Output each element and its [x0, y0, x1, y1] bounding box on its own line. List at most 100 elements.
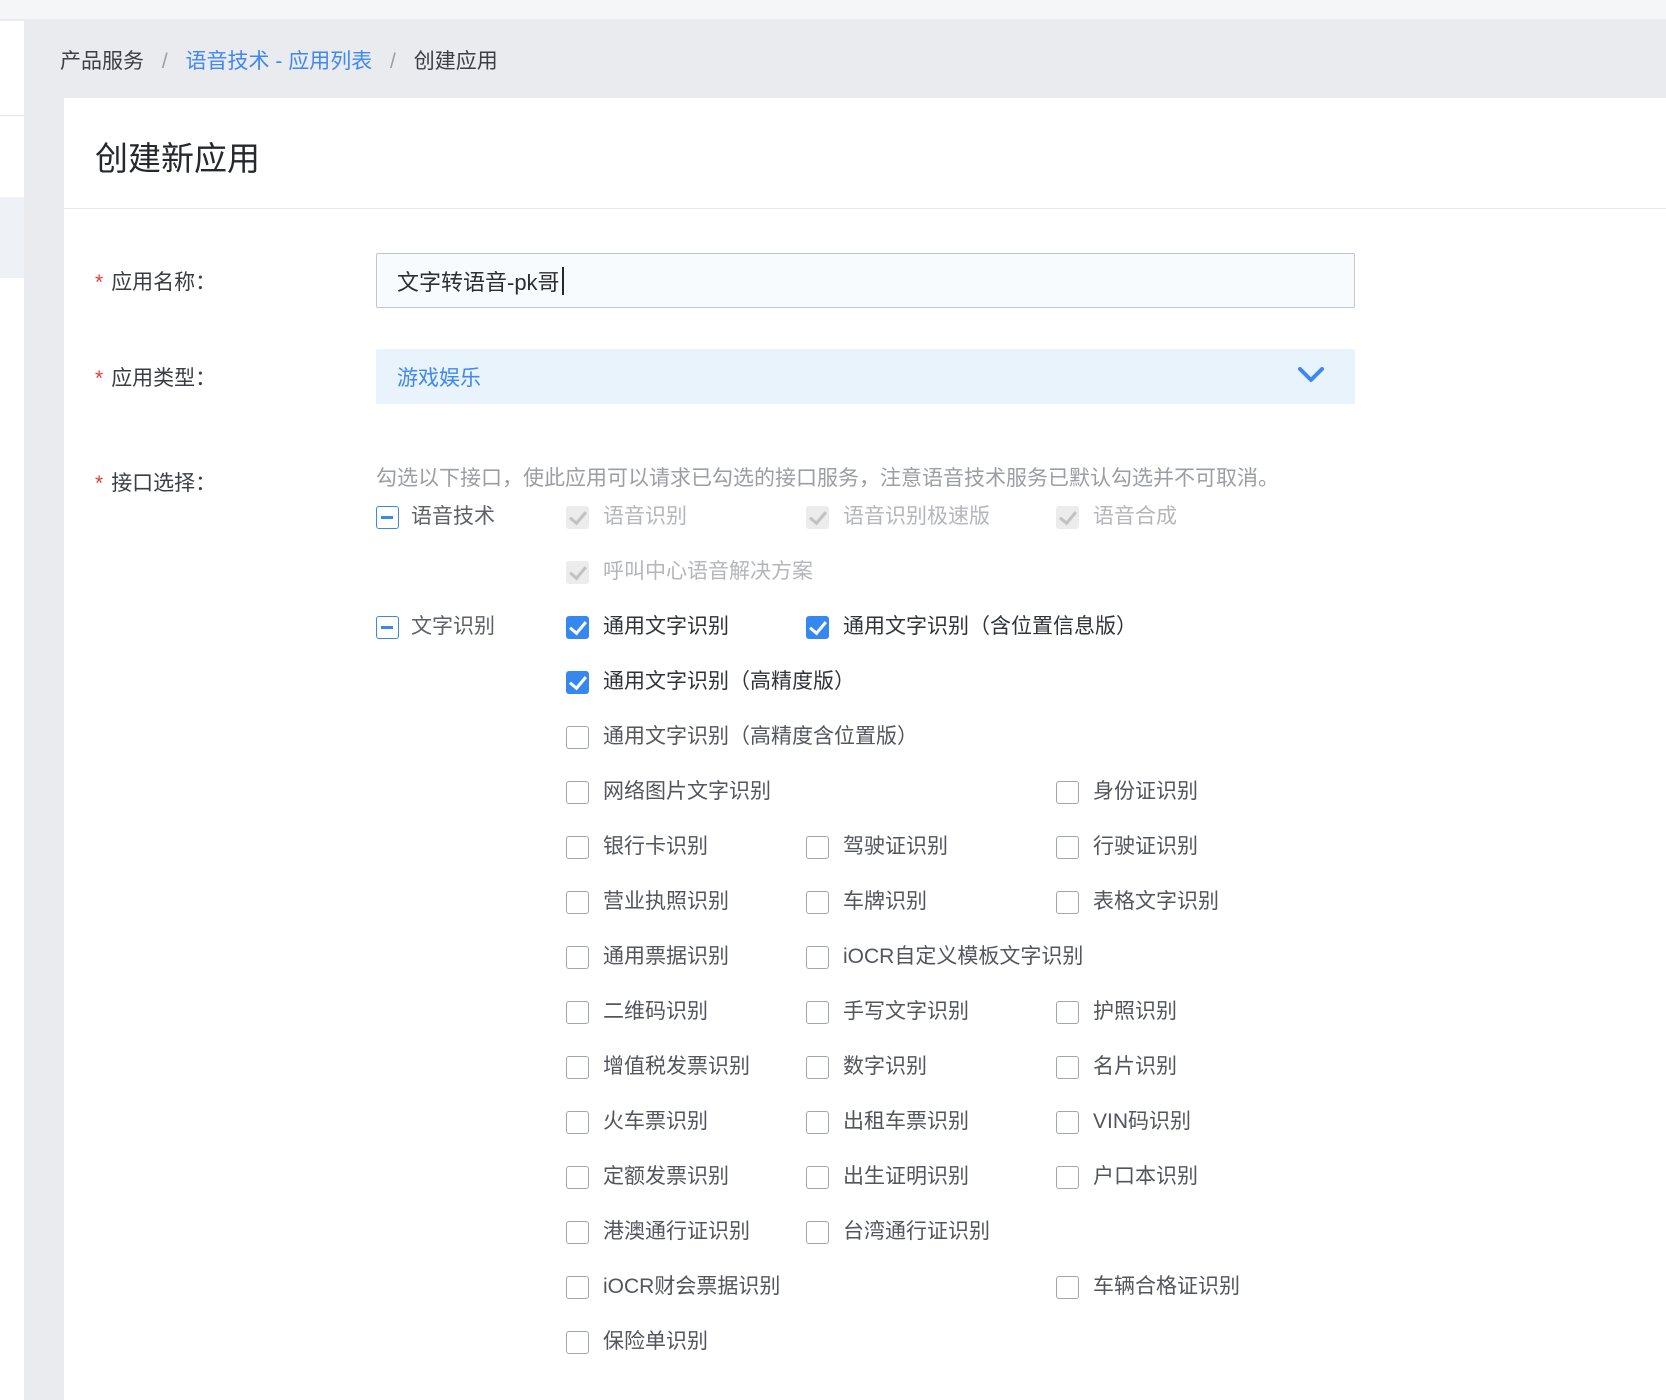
app-type-select[interactable]: 游戏娱乐 — [376, 349, 1355, 404]
option-item[interactable]: 通用文字识别（高精度版） — [566, 670, 855, 694]
option-checkbox[interactable] — [806, 1111, 829, 1134]
option-item[interactable]: 户口本识别 — [1056, 1165, 1198, 1189]
create-app-card: 创建新应用 *应用名称： 文字转语音-pk哥 *应用类型： — [64, 98, 1666, 1400]
option-checkbox[interactable] — [1056, 1276, 1079, 1299]
group-label: 文字识别 — [411, 615, 495, 639]
option-checkbox[interactable] — [806, 1221, 829, 1244]
option-row: 保险单识别 — [566, 1330, 1666, 1354]
main-content: 产品服务 / 语音技术 - 应用列表 / 创建应用 创建新应用 *应用名称： 文… — [24, 21, 1666, 1400]
option-label: 名片识别 — [1093, 1055, 1177, 1079]
option-label: VIN码识别 — [1093, 1110, 1191, 1134]
option-checkbox[interactable] — [1056, 836, 1079, 859]
option-label: 营业执照识别 — [603, 890, 729, 914]
option-row: iOCR财会票据识别 车辆合格证识别 — [566, 1275, 1666, 1299]
option-item[interactable]: 护照识别 — [1056, 1000, 1177, 1024]
option-item[interactable]: 数字识别 — [806, 1055, 927, 1079]
option-checkbox[interactable] — [806, 946, 829, 969]
option-checkbox[interactable] — [566, 781, 589, 804]
option-label: 通用文字识别 — [603, 615, 729, 639]
option-item[interactable]: 通用文字识别（含位置信息版） — [806, 615, 1137, 639]
option-row: 定额发票识别 出生证明识别 户口本识别 — [566, 1165, 1666, 1189]
option-checkbox[interactable] — [566, 671, 589, 694]
option-item[interactable]: 定额发票识别 — [566, 1165, 729, 1189]
option-checkbox[interactable] — [1056, 1111, 1079, 1134]
option-item[interactable]: 二维码识别 — [566, 1000, 708, 1024]
option-label: 出租车票识别 — [843, 1110, 969, 1134]
option-item[interactable]: 保险单识别 — [566, 1330, 708, 1354]
option-checkbox[interactable] — [806, 1001, 829, 1024]
option-checkbox[interactable] — [1056, 1166, 1079, 1189]
option-checkbox[interactable] — [806, 1056, 829, 1079]
option-checkbox[interactable] — [566, 1001, 589, 1024]
option-checkbox[interactable] — [1056, 781, 1079, 804]
option-item[interactable]: 银行卡识别 — [566, 835, 708, 859]
option-checkbox[interactable] — [566, 726, 589, 749]
option-checkbox[interactable] — [566, 1276, 589, 1299]
option-item[interactable]: 车辆合格证识别 — [1056, 1275, 1240, 1299]
option-item[interactable]: 名片识别 — [1056, 1055, 1177, 1079]
option-item[interactable]: 车牌识别 — [806, 890, 927, 914]
option-item[interactable]: 火车票识别 — [566, 1110, 708, 1134]
option-checkbox[interactable] — [566, 1221, 589, 1244]
option-item[interactable]: 增值税发票识别 — [566, 1055, 750, 1079]
option-checkbox — [806, 506, 829, 529]
sidebar-active-item[interactable] — [0, 197, 24, 278]
option-label: 增值税发票识别 — [603, 1055, 750, 1079]
option-label: 户口本识别 — [1093, 1165, 1198, 1189]
option-label: 银行卡识别 — [603, 835, 708, 859]
option-checkbox[interactable] — [566, 1056, 589, 1079]
breadcrumb-link-app-list[interactable]: 语音技术 - 应用列表 — [186, 50, 373, 73]
app-type-selected-value: 游戏娱乐 — [397, 362, 481, 392]
group-rows: 语音识别语音识别极速版语音合成呼叫中心语音解决方案 — [566, 505, 1666, 615]
option-checkbox — [1056, 506, 1079, 529]
option-item[interactable]: 网络图片文字识别 — [566, 780, 771, 804]
option-checkbox[interactable] — [1056, 1001, 1079, 1024]
option-checkbox[interactable] — [806, 891, 829, 914]
form-row-interface-select: *接口选择： 勾选以下接口，使此应用可以请求已勾选的接口服务，注意语音技术服务已… — [95, 453, 1666, 1385]
option-label: 驾驶证识别 — [843, 835, 948, 859]
option-item[interactable]: VIN码识别 — [1056, 1110, 1191, 1134]
option-checkbox[interactable] — [1056, 1056, 1079, 1079]
option-item[interactable]: 通用文字识别（高精度含位置版） — [566, 725, 918, 749]
option-checkbox[interactable] — [566, 1331, 589, 1354]
option-row: 二维码识别 手写文字识别 护照识别 — [566, 1000, 1666, 1024]
option-label: 语音合成 — [1093, 505, 1177, 529]
option-checkbox[interactable] — [566, 946, 589, 969]
option-checkbox[interactable] — [806, 616, 829, 639]
option-checkbox[interactable] — [566, 1111, 589, 1134]
interface-description: 勾选以下接口，使此应用可以请求已勾选的接口服务，注意语音技术服务已默认勾选并不可… — [376, 453, 1321, 505]
option-item[interactable]: 台湾通行证识别 — [806, 1220, 990, 1244]
option-label: iOCR自定义模板文字识别 — [843, 945, 1083, 969]
option-checkbox[interactable] — [566, 616, 589, 639]
option-row: 通用票据识别 iOCR自定义模板文字识别 — [566, 945, 1666, 969]
option-checkbox[interactable] — [566, 836, 589, 859]
option-item[interactable]: 通用票据识别 — [566, 945, 729, 969]
option-checkbox[interactable] — [566, 1166, 589, 1189]
app-name-input[interactable]: 文字转语音-pk哥 — [376, 253, 1355, 308]
option-item[interactable]: 身份证识别 — [1056, 780, 1198, 804]
option-item[interactable]: 出租车票识别 — [806, 1110, 969, 1134]
option-item[interactable]: 手写文字识别 — [806, 1000, 969, 1024]
option-checkbox[interactable] — [806, 1166, 829, 1189]
option-item[interactable]: 驾驶证识别 — [806, 835, 948, 859]
option-item: 语音合成 — [1056, 505, 1177, 529]
option-item[interactable]: 行驶证识别 — [1056, 835, 1198, 859]
option-item[interactable]: 表格文字识别 — [1056, 890, 1219, 914]
sidebar-divider — [0, 115, 24, 116]
breadcrumb-item-products: 产品服务 — [60, 50, 144, 73]
option-item[interactable]: iOCR财会票据识别 — [566, 1275, 780, 1299]
option-item[interactable]: iOCR自定义模板文字识别 — [806, 945, 1083, 969]
option-item[interactable]: 出生证明识别 — [806, 1165, 969, 1189]
option-item[interactable]: 营业执照识别 — [566, 890, 729, 914]
option-item[interactable]: 港澳通行证识别 — [566, 1220, 750, 1244]
group-indeterminate-checkbox[interactable] — [376, 616, 399, 639]
option-row: 港澳通行证识别 台湾通行证识别 — [566, 1220, 1666, 1244]
group-indeterminate-checkbox[interactable] — [376, 506, 399, 529]
option-label: 港澳通行证识别 — [603, 1220, 750, 1244]
required-asterisk: * — [95, 367, 103, 390]
option-item[interactable]: 通用文字识别 — [566, 615, 729, 639]
option-checkbox[interactable] — [806, 836, 829, 859]
option-checkbox[interactable] — [566, 891, 589, 914]
option-checkbox[interactable] — [1056, 891, 1079, 914]
option-label: 车牌识别 — [843, 890, 927, 914]
